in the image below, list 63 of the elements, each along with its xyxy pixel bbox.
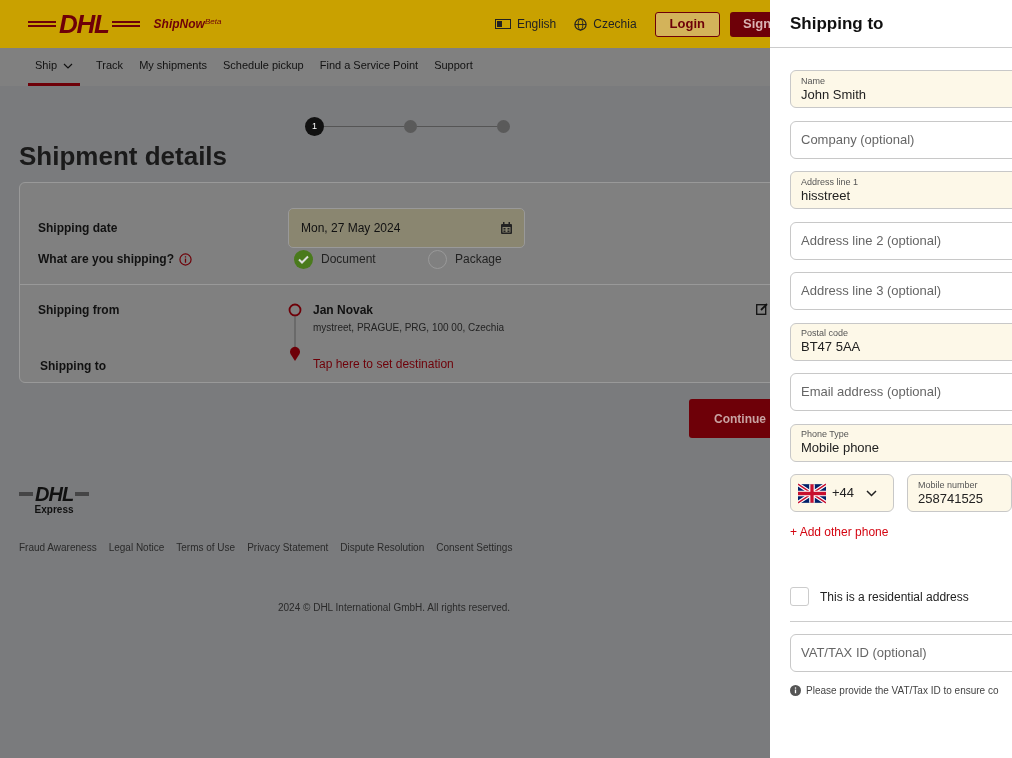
language-link[interactable]: English [516, 15, 557, 33]
footer-link[interactable]: Fraud Awareness [19, 540, 97, 555]
checkbox-label: This is a residential address [820, 588, 969, 606]
field-value: hisstreet [801, 187, 852, 204]
field-placeholder: Company (optional) [801, 130, 916, 149]
radio-option[interactable]: Package [428, 249, 562, 269]
product-name: ShipNow$^{Beta}$ [153, 16, 222, 33]
field-label: What are you shipping? [38, 251, 174, 268]
nav-item[interactable]: Track [96, 48, 124, 86]
field-label: Name [801, 75, 826, 87]
login-button[interactable]: Login [654, 11, 720, 37]
panel-title: Shipping to [790, 12, 884, 35]
vat-hint-text: Please provide the VAT/Tax ID to ensure co [806, 683, 999, 698]
field-label: Shipping to [40, 358, 107, 375]
country-link[interactable]: Czechia [593, 15, 637, 33]
nav-item[interactable]: Ship [28, 48, 81, 86]
field-label: Shipping date [38, 219, 119, 237]
field-label: Address line 1 [801, 176, 860, 188]
text-field[interactable]: Mobile number 258741525 [907, 474, 1012, 512]
text-field[interactable]: Address line 1 hisstreet [790, 171, 1012, 209]
footer-link[interactable]: Consent Settings [436, 540, 513, 555]
footer-link[interactable]: Privacy Statement [247, 540, 329, 555]
footer-link[interactable]: Legal Notice [108, 540, 165, 555]
text-field[interactable]: Address line 3 (optional) [790, 272, 1012, 310]
field-label: Shipping from [38, 302, 121, 319]
field-value: Mobile phone [801, 440, 881, 456]
text-field[interactable]: Name John Smith [790, 70, 1012, 108]
field-label: Phone Type [801, 429, 850, 440]
text-field[interactable]: Postal code BT47 5AA [790, 322, 1012, 361]
copyright-text: 2024 © DHL International GmbH. All rights reserved. [278, 601, 512, 615]
nav-item[interactable]: Find a Service Point [319, 48, 419, 86]
dhl-logo: DHL [19, 484, 90, 504]
text-field[interactable]: Email address (optional) [790, 373, 1012, 411]
field-label: Mobile number [918, 479, 979, 491]
dhl-logo: DHL [28, 11, 140, 37]
field-value: 258741525 [918, 490, 985, 507]
field-label: Postal code [801, 328, 850, 339]
country-code-select[interactable]: +44 [790, 474, 894, 512]
nav-item[interactable]: Schedule pickup [223, 48, 304, 86]
sender-address: mystreet, PRAGUE, PRG, 100 00, Czechia [313, 321, 505, 335]
sender-name: Jan Novak [313, 302, 375, 319]
field-placeholder: VAT/TAX ID (optional) [801, 644, 928, 663]
text-field[interactable]: Phone Type Mobile phone [790, 423, 1012, 462]
page-title: Shipment details [19, 140, 229, 172]
field-placeholder: Email address (optional) [801, 383, 943, 402]
nav-item[interactable]: My shipments [139, 48, 207, 86]
logo-caption: Express [34, 504, 74, 516]
text-field[interactable]: VAT/TAX ID (optional) [790, 634, 1012, 672]
radio-option[interactable]: Document [294, 249, 428, 269]
add-phone-link[interactable]: + Add other phone [790, 522, 1012, 541]
date-field[interactable]: Mon, 27 May 2024 [288, 207, 525, 248]
signup-button[interactable]: Sign [730, 11, 770, 37]
continue-button[interactable]: Continue [689, 399, 770, 438]
field-value: BT47 5AA [801, 339, 862, 355]
field-placeholder: Address line 2 (optional) [801, 231, 943, 250]
text-field[interactable]: Address line 2 (optional) [790, 221, 1012, 260]
field-value: John Smith [801, 86, 868, 103]
text-field[interactable]: Company (optional) [790, 120, 1012, 159]
footer-link[interactable]: Terms of Use [176, 540, 236, 555]
field-placeholder: Address line 3 (optional) [801, 282, 943, 301]
nav-item[interactable]: Support [434, 48, 473, 86]
set-destination-link[interactable]: Tap here to set destination [313, 355, 505, 373]
footer-link[interactable]: Dispute Resolution [340, 540, 425, 555]
